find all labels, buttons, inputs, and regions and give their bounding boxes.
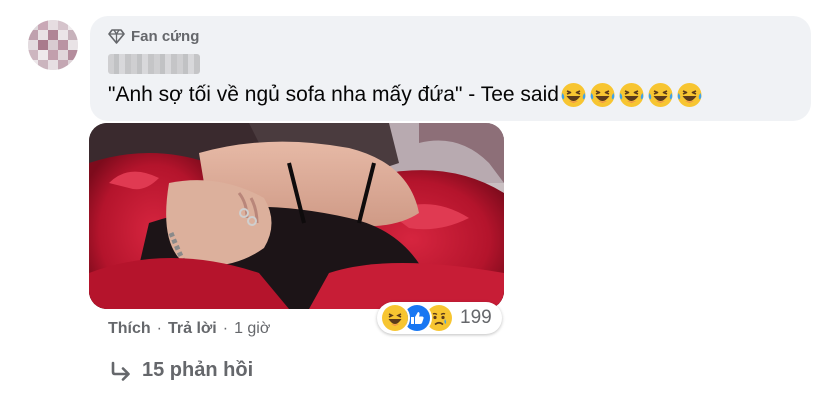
avatar[interactable] <box>28 20 78 70</box>
laughing-tears-emoji-icon <box>677 83 702 107</box>
laughing-tears-emoji-icon <box>648 83 673 107</box>
laughing-emoji-row <box>560 82 703 108</box>
fan-badge[interactable]: Fan cứng <box>108 28 199 45</box>
comment-actions: Thích · Trả lời · 1 giờ <box>108 320 270 338</box>
comment-photo[interactable] <box>89 123 504 309</box>
reaction-count: 199 <box>460 307 492 328</box>
comment-bubble: Fan cứng "Anh sợ tối về ngủ sofa nha mấy… <box>90 16 811 121</box>
reply-link[interactable]: Trả lời <box>168 320 217 338</box>
comment-text: "Anh sợ tối về ngủ sofa nha mấy đứa" - T… <box>108 82 703 108</box>
reactions-summary[interactable]: 199 <box>377 302 502 334</box>
view-replies-button[interactable]: 15 phản hồi <box>110 359 253 382</box>
photo-illustration <box>89 123 504 309</box>
laughing-tears-emoji-icon <box>590 83 615 107</box>
diamond-icon <box>108 29 125 44</box>
commenter-name-blurred[interactable] <box>108 54 200 74</box>
laughing-tears-emoji-icon <box>561 83 586 107</box>
comment-thread: Fan cứng "Anh sợ tối về ngủ sofa nha mấy… <box>0 0 824 402</box>
separator-dot: · <box>222 320 229 337</box>
like-link[interactable]: Thích <box>108 320 151 338</box>
badge-label: Fan cứng <box>131 28 200 45</box>
haha-reaction-icon <box>380 303 410 333</box>
timestamp[interactable]: 1 giờ <box>234 320 270 338</box>
comment-body: "Anh sợ tối về ngủ sofa nha mấy đứa" - T… <box>108 83 559 106</box>
replies-label: 15 phản hồi <box>142 359 254 381</box>
reaction-icons <box>380 303 454 333</box>
separator-dot: · <box>156 320 162 337</box>
laughing-tears-emoji-icon <box>619 83 644 107</box>
reply-arrow-icon <box>111 361 130 381</box>
